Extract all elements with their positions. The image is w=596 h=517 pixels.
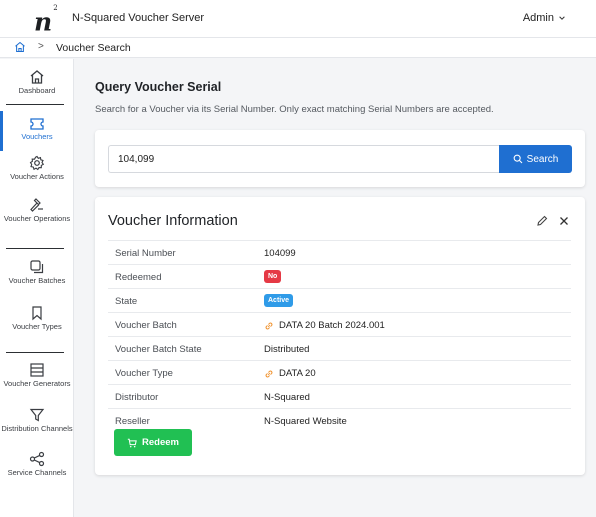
state-badge: Active — [264, 294, 294, 307]
breadcrumb-current: Voucher Search — [56, 42, 131, 54]
info-label: Distributor — [115, 392, 159, 403]
sidebar-item-distribution-channels[interactable]: Distribution Channels — [0, 407, 74, 434]
sidebar-item-label: Voucher Generators — [3, 379, 71, 388]
sidebar-item-label: Voucher Batches — [8, 276, 66, 285]
sidebar-divider — [6, 104, 64, 105]
info-row-voucher-batch-state: Voucher Batch State Distributed — [108, 336, 571, 360]
hammer-icon — [30, 198, 43, 212]
cart-icon — [127, 438, 137, 447]
user-menu[interactable]: Admin — [523, 12, 566, 24]
sidebar-item-voucher-batches[interactable]: Voucher Batches — [0, 259, 74, 286]
sidebar-item-label: Voucher Actions — [10, 172, 64, 181]
info-row-state: State Active — [108, 288, 571, 312]
app-title: N-Squared Voucher Server — [72, 12, 205, 24]
breadcrumb-separator: > — [38, 41, 44, 52]
voucher-info-title: Voucher Information — [108, 213, 238, 229]
link-icon — [265, 370, 273, 377]
app-logo[interactable]: n2 — [34, 4, 58, 35]
info-value: 104099 — [264, 248, 296, 259]
sidebar-item-voucher-operations[interactable]: Voucher Operations — [0, 197, 74, 224]
sidebar-item-label: Voucher Types — [12, 322, 62, 331]
search-button[interactable]: Search — [499, 145, 572, 173]
info-label: Voucher Batch State — [115, 344, 202, 355]
info-label: Reseller — [115, 416, 150, 427]
search-icon — [513, 154, 523, 164]
sidebar-item-voucher-types[interactable]: Voucher Types — [0, 305, 74, 332]
close-icon[interactable] — [558, 215, 570, 227]
user-menu-label: Admin — [522, 12, 554, 24]
sidebar-item-voucher-generators[interactable]: Voucher Generators — [0, 362, 74, 389]
sidebar-item-label: Service Channels — [7, 468, 67, 477]
info-value: DATA 20 — [279, 368, 316, 379]
sidebar-item-service-channels[interactable]: Service Channels — [0, 451, 74, 478]
redeem-button-label: Redeem — [142, 437, 179, 448]
sidebar-divider — [6, 352, 64, 353]
share-icon — [29, 451, 45, 467]
search-button-label: Search — [526, 153, 559, 165]
breadcrumb: > Voucher Search — [0, 38, 596, 58]
info-value: N-Squared — [264, 392, 310, 403]
home-icon[interactable] — [14, 41, 26, 53]
sidebar-item-vouchers[interactable]: Vouchers — [0, 117, 74, 142]
serial-search-input[interactable] — [108, 145, 500, 173]
voucher-info-card: Voucher Information Serial Number 104099… — [95, 197, 585, 475]
info-label: Voucher Type — [115, 368, 173, 379]
sidebar: Dashboard Vouchers Voucher Actions Vouch… — [0, 59, 74, 517]
sidebar-item-label: Dashboard — [18, 86, 56, 95]
page-description: Search for a Voucher via its Serial Numb… — [95, 104, 494, 115]
info-row-redeemed: Redeemed No — [108, 264, 571, 288]
bookmark-icon — [32, 306, 42, 321]
copy-icon — [30, 260, 44, 274]
sidebar-divider — [6, 248, 64, 249]
sidebar-item-dashboard[interactable]: Dashboard — [0, 69, 74, 96]
pencil-icon[interactable] — [536, 215, 548, 227]
server-icon — [30, 363, 44, 377]
home-icon — [30, 70, 44, 84]
chevron-down-icon — [559, 16, 565, 20]
info-row-distributor: Distributor N-Squared — [108, 384, 571, 408]
link-icon — [265, 322, 273, 329]
info-value: N-Squared Website — [264, 416, 347, 427]
redeemed-badge: No — [264, 270, 282, 283]
info-row-serial-number: Serial Number 104099 — [108, 240, 571, 264]
info-label: Redeemed — [115, 272, 162, 283]
info-value: DATA 20 Batch 2024.001 — [279, 320, 385, 331]
page-title: Query Voucher Serial — [95, 80, 222, 94]
sidebar-item-label: Voucher Operations — [3, 214, 71, 223]
voucher-batch-link[interactable]: DATA 20 Batch 2024.001 — [264, 320, 385, 331]
sidebar-item-label: Vouchers — [21, 132, 53, 141]
sidebar-item-voucher-actions[interactable]: Voucher Actions — [0, 155, 74, 182]
voucher-type-link[interactable]: DATA 20 — [264, 368, 316, 379]
top-bar: n2 N-Squared Voucher Server Admin — [0, 0, 596, 38]
search-card: Search — [95, 130, 585, 187]
info-label: State — [115, 296, 138, 307]
gear-icon — [29, 155, 45, 171]
sidebar-item-label: Distribution Channels — [1, 424, 73, 433]
filter-icon — [29, 408, 45, 422]
info-label: Voucher Batch — [115, 320, 177, 331]
info-row-voucher-type: Voucher Type DATA 20 — [108, 360, 571, 384]
info-row-voucher-batch: Voucher Batch DATA 20 Batch 2024.001 — [108, 312, 571, 336]
info-value: Distributed — [264, 344, 310, 355]
ticket-icon — [30, 118, 44, 130]
info-label: Serial Number — [115, 248, 176, 259]
redeem-button[interactable]: Redeem — [114, 429, 192, 456]
